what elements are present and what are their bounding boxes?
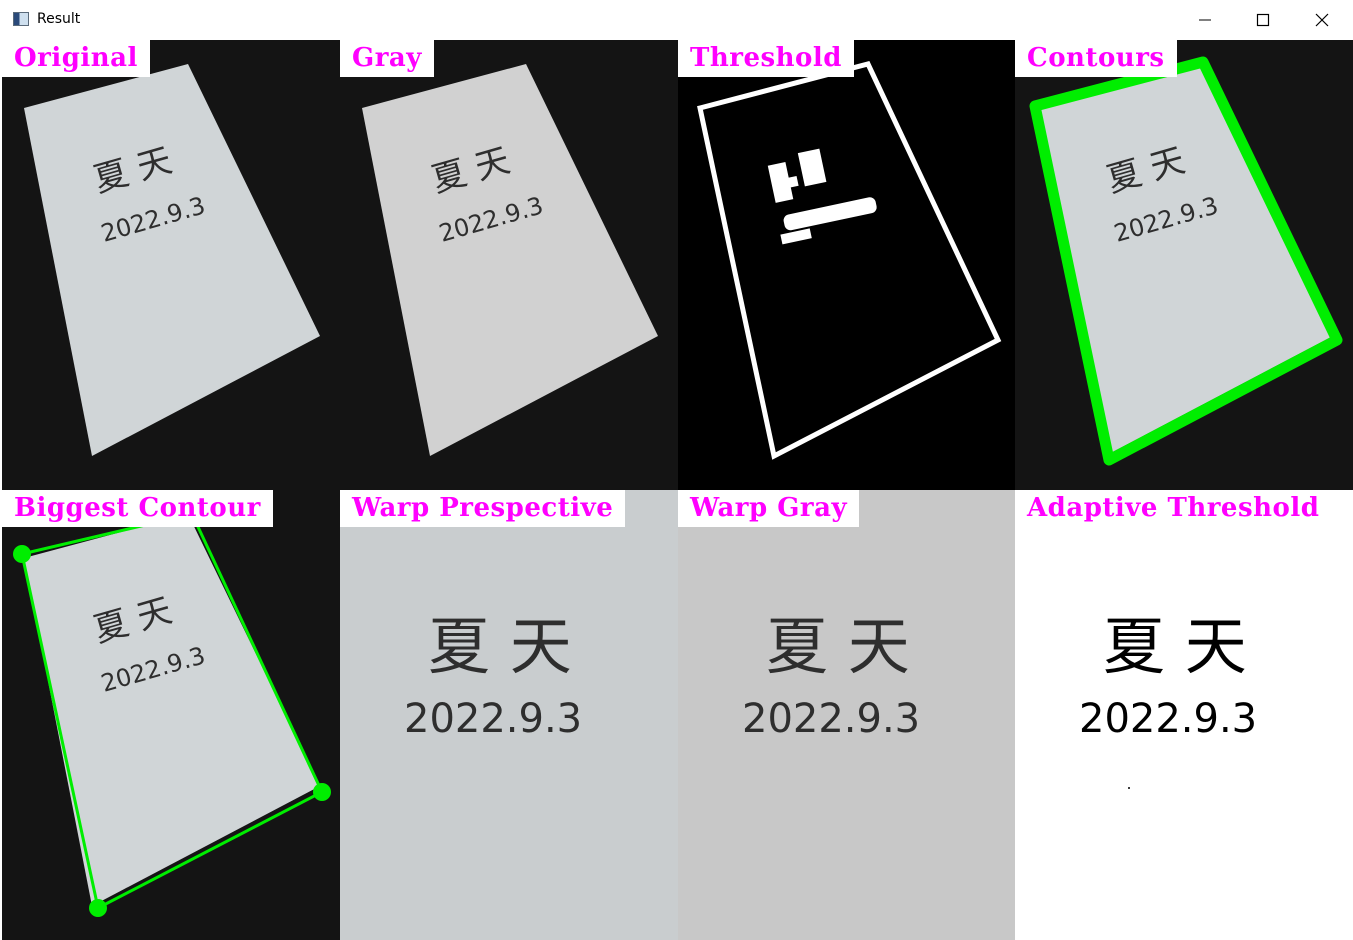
tile-original: 夏 天 2022.9.3 Original bbox=[2, 40, 340, 490]
maximize-icon bbox=[1256, 13, 1270, 27]
close-icon bbox=[1315, 13, 1329, 27]
tile-adaptive-cn-text: 夏 天 bbox=[1103, 610, 1247, 683]
tile-label-original: Original bbox=[2, 40, 150, 77]
tile-label-adaptive-threshold: Adaptive Threshold bbox=[1015, 490, 1332, 527]
corner-point bbox=[89, 899, 107, 917]
window-title: Result bbox=[37, 11, 81, 27]
tile-label-contours: Contours bbox=[1015, 40, 1177, 77]
tile-warpgray-cn-text: 夏 天 bbox=[766, 610, 910, 683]
threshold-image bbox=[678, 40, 1016, 490]
image-grid: 夏 天 2022.9.3 Original 夏 天 2022.9.3 Gray bbox=[2, 40, 1353, 940]
tile-contours: 夏 天 2022.9.3 Contours bbox=[1015, 40, 1353, 490]
tile-adaptive-date-text: 2022.9.3 bbox=[1079, 696, 1257, 742]
close-button[interactable] bbox=[1292, 0, 1350, 40]
maximize-button[interactable] bbox=[1234, 0, 1292, 40]
contours-image: 夏 天 2022.9.3 bbox=[1015, 40, 1353, 490]
tile-threshold: Threshold bbox=[678, 40, 1016, 490]
window-titlebar: Result bbox=[0, 0, 1353, 40]
gray-image: 夏 天 2022.9.3 bbox=[340, 40, 678, 490]
minimize-icon bbox=[1199, 19, 1211, 21]
opencv-window-icon bbox=[13, 12, 29, 26]
corner-point bbox=[13, 545, 31, 563]
tile-warpgray-date-text: 2022.9.3 bbox=[742, 696, 920, 742]
tile-warp-cn-text: 夏 天 bbox=[428, 610, 572, 683]
tile-adaptive-threshold: 夏 天 2022.9.3 Adaptive Threshold bbox=[1015, 490, 1353, 940]
tile-label-gray: Gray bbox=[340, 40, 434, 77]
biggest-contour-image: 夏 天 2022.9.3 bbox=[2, 490, 340, 940]
tile-label-warp-gray: Warp Gray bbox=[678, 490, 860, 527]
tile-biggest-contour: 夏 天 2022.9.3 Biggest Contour bbox=[2, 490, 340, 940]
tile-warp-gray: 夏 天 2022.9.3 Warp Gray bbox=[678, 490, 1016, 940]
tile-gray: 夏 天 2022.9.3 Gray bbox=[340, 40, 678, 490]
adaptive-threshold-image: 夏 天 2022.9.3 bbox=[1015, 490, 1353, 940]
tile-warp-prespective: 夏 天 2022.9.3 Warp Prespective bbox=[340, 490, 678, 940]
tile-warp-date-text: 2022.9.3 bbox=[404, 696, 582, 742]
warp-gray-image: 夏 天 2022.9.3 bbox=[678, 490, 1016, 940]
tile-label-biggest-contour: Biggest Contour bbox=[2, 490, 273, 527]
corner-point bbox=[313, 783, 331, 801]
tile-label-warp-prespective: Warp Prespective bbox=[340, 490, 626, 527]
minimize-button[interactable] bbox=[1176, 0, 1234, 40]
original-image: 夏 天 2022.9.3 bbox=[2, 40, 340, 490]
warp-prespective-image: 夏 天 2022.9.3 bbox=[340, 490, 678, 940]
tile-label-threshold: Threshold bbox=[678, 40, 854, 77]
